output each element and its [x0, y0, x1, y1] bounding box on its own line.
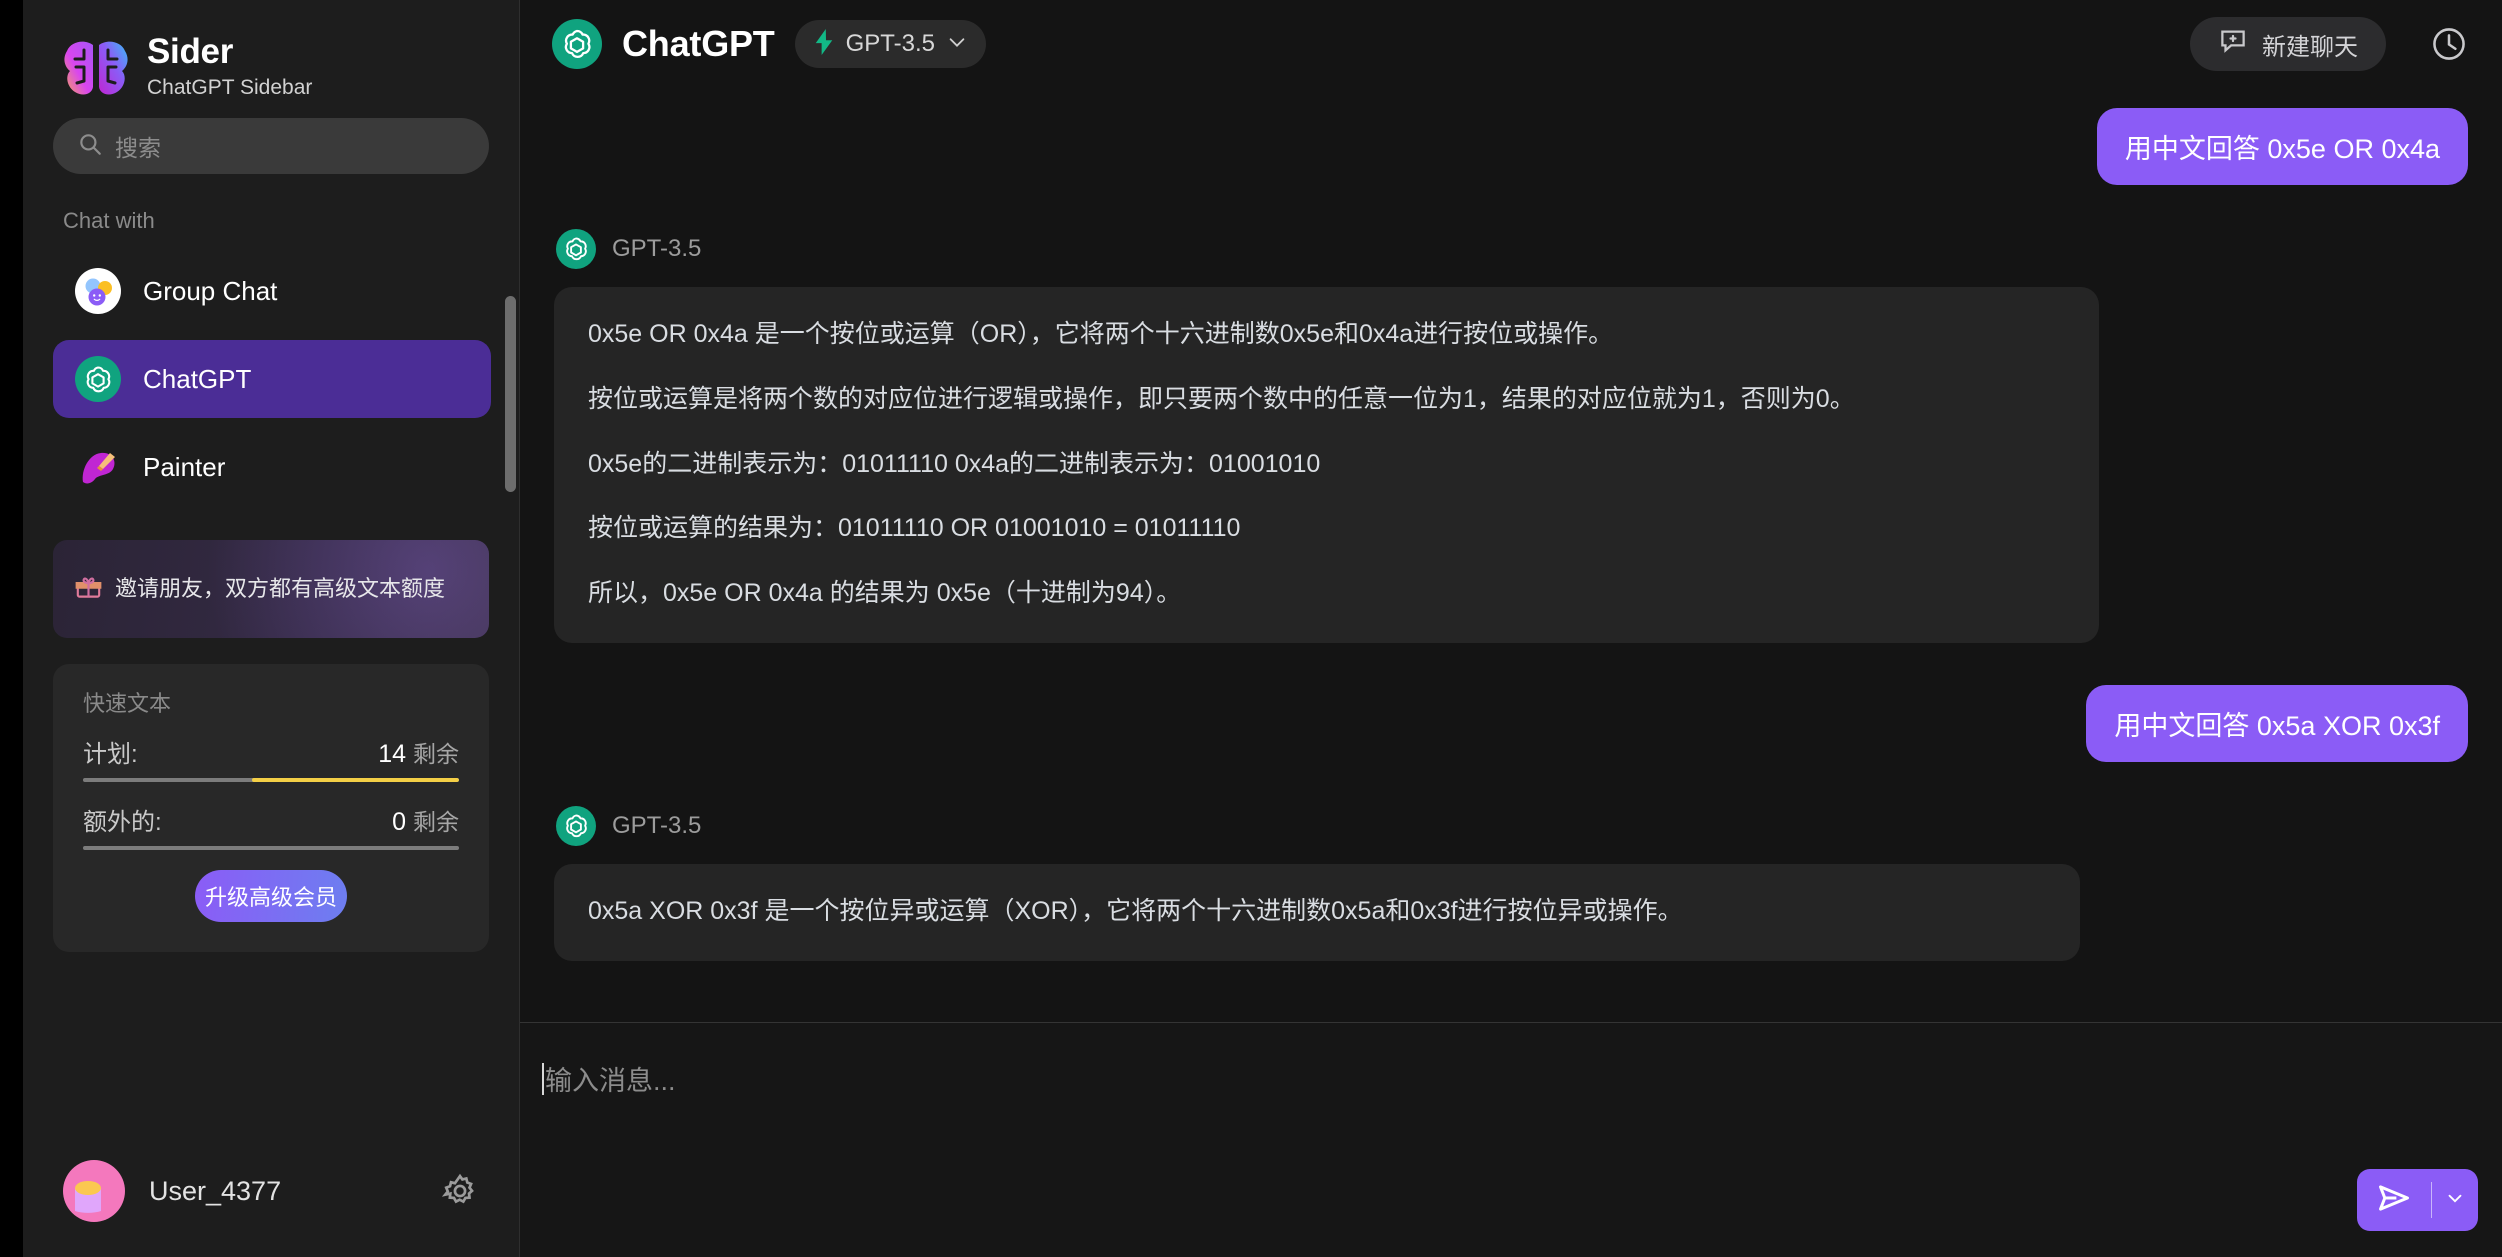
sidebar-item-group-chat[interactable]: Group Chat [53, 252, 491, 330]
quota-label: 额外的: [83, 809, 162, 836]
quota-value: 0 [392, 808, 406, 836]
message-row-user: 用中文回答 0x5e OR 0x4a [554, 108, 2468, 185]
quota-title: 快速文本 [83, 691, 172, 716]
chatgpt-logo-icon [556, 805, 596, 846]
send-plane-icon [2375, 1179, 2413, 1222]
quota-row-plan: 计划: 14 剩余 [83, 734, 459, 769]
assistant-paragraph: 按位或运算的结果为：01011110 OR 01001010 = 0101111… [588, 514, 1241, 543]
message-input-placeholder: 输入消息... [545, 1066, 676, 1096]
gear-icon[interactable] [441, 1172, 479, 1210]
sidebar-item-chatgpt[interactable]: ChatGPT [53, 340, 491, 418]
new-chat-icon [2218, 26, 2248, 63]
message-row-assistant: GPT-3.5 0x5a XOR 0x3f 是一个按位异或运算（XOR），它将两… [554, 805, 2468, 961]
top-bar: ChatGPT GPT-3.5 新建聊天 [520, 0, 2502, 88]
brand-header: Sider ChatGPT Sidebar [23, 0, 519, 108]
user-avatar-icon [63, 1160, 125, 1222]
painter-avatar-icon [75, 444, 121, 490]
user-profile-row[interactable]: User_4377 [23, 1125, 519, 1257]
assistant-paragraph: 按位或运算是将两个数的对应位进行逻辑或操作，即只要两个数中的任意一位为1，结果的… [588, 384, 1855, 413]
chat-with-label: Chat with [63, 208, 155, 233]
quota-bar-extra [83, 846, 459, 850]
quota-label: 计划: [83, 741, 138, 768]
page-title: ChatGPT [622, 23, 775, 64]
message-row-assistant: GPT-3.5 0x5e OR 0x4a 是一个按位或运算（OR），它将两个十六… [554, 229, 2468, 643]
chatgpt-avatar-icon [75, 356, 121, 402]
new-chat-button[interactable]: 新建聊天 [2190, 17, 2386, 71]
send-button-group[interactable] [2357, 1169, 2478, 1231]
user-name: User_4377 [149, 1175, 282, 1206]
chat-list: Group Chat ChatGPT Painter [23, 252, 519, 516]
message-row-user: 用中文回答 0x5a XOR 0x3f [554, 684, 2468, 762]
message-input[interactable]: 输入消息... [542, 1059, 676, 1098]
gift-icon [75, 573, 102, 605]
main-panel: ChatGPT GPT-3.5 新建聊天 用中文回答 0x5e OR 0x4a … [520, 0, 2502, 1257]
quota-row-extra: 额外的: 0 剩余 [83, 802, 459, 837]
model-name: GPT-3.5 [845, 30, 935, 57]
text-caret [542, 1062, 544, 1095]
sidebar-item-painter[interactable]: Painter [53, 428, 491, 506]
search-icon [77, 131, 103, 162]
left-rail [0, 0, 23, 1257]
assistant-header: GPT-3.5 [554, 805, 2468, 846]
chevron-down-icon [946, 31, 968, 58]
assistant-paragraph: 所以，0x5e OR 0x4a 的结果为 0x5e（十进制为94）。 [588, 579, 1182, 607]
model-selector[interactable]: GPT-3.5 [794, 20, 986, 68]
clock-history-icon[interactable] [2430, 25, 2468, 63]
assistant-name: GPT-3.5 [612, 811, 702, 839]
user-message-bubble: 用中文回答 0x5a XOR 0x3f [2086, 684, 2468, 762]
chevron-down-icon [2444, 1187, 2466, 1214]
assistant-paragraph: 0x5e OR 0x4a 是一个按位或运算（OR），它将两个十六进制数0x5e和… [588, 320, 1614, 348]
chatgpt-logo-icon [552, 19, 602, 69]
brand-title: Sider [147, 32, 234, 72]
invite-promo-card[interactable]: 邀请朋友，双方都有高级文本额度 [53, 540, 489, 638]
upgrade-premium-button[interactable]: 升级高级会员 [195, 870, 347, 922]
send-button[interactable] [2357, 1169, 2431, 1231]
quota-bar-fill [252, 778, 459, 782]
quota-card: 快速文本 计划: 14 剩余 额外的: 0 剩余 升级高级会员 [53, 664, 489, 952]
search-input[interactable]: 搜索 [53, 118, 489, 174]
message-composer: 输入消息... [520, 1022, 2502, 1257]
brain-icon [61, 37, 131, 99]
group-chat-avatar-icon [75, 268, 121, 314]
assistant-paragraph: 0x5e的二进制表示为：01011110 0x4a的二进制表示为：0100101… [588, 449, 1321, 478]
new-chat-label: 新建聊天 [2262, 33, 2358, 61]
chatgpt-logo-icon [556, 229, 596, 269]
sidebar-item-label: Group Chat [143, 275, 278, 306]
sidebar-item-label: Painter [143, 451, 226, 482]
assistant-name: GPT-3.5 [612, 235, 702, 262]
lightning-bolt-icon [813, 28, 835, 60]
send-options-button[interactable] [2432, 1169, 2478, 1231]
assistant-message-bubble: 0x5a XOR 0x3f 是一个按位异或运算（XOR），它将两个十六进制数0x… [554, 863, 2080, 961]
search-placeholder: 搜索 [115, 135, 161, 161]
user-message-bubble: 用中文回答 0x5e OR 0x4a [2096, 108, 2468, 185]
assistant-paragraph: 0x5a XOR 0x3f 是一个按位异或运算（XOR），它将两个十六进制数0x… [588, 896, 1683, 925]
assistant-message-bubble: 0x5e OR 0x4a 是一个按位或运算（OR），它将两个十六进制数0x5e和… [554, 287, 2099, 643]
app-root: Sider ChatGPT Sidebar 搜索 Chat with Group… [0, 0, 2502, 1257]
assistant-header: GPT-3.5 [554, 229, 2468, 269]
sidebar-item-label: ChatGPT [143, 363, 252, 394]
sidebar-scrollbar[interactable] [505, 296, 516, 492]
quota-unit: 剩余 [413, 809, 459, 835]
quota-value: 14 [378, 740, 406, 768]
quota-unit: 剩余 [413, 741, 459, 767]
brand-subtitle: ChatGPT Sidebar [147, 76, 313, 100]
quota-bar-plan [83, 778, 459, 782]
sidebar: Sider ChatGPT Sidebar 搜索 Chat with Group… [23, 0, 520, 1257]
invite-promo-text: 邀请朋友，双方都有高级文本额度 [115, 576, 446, 602]
